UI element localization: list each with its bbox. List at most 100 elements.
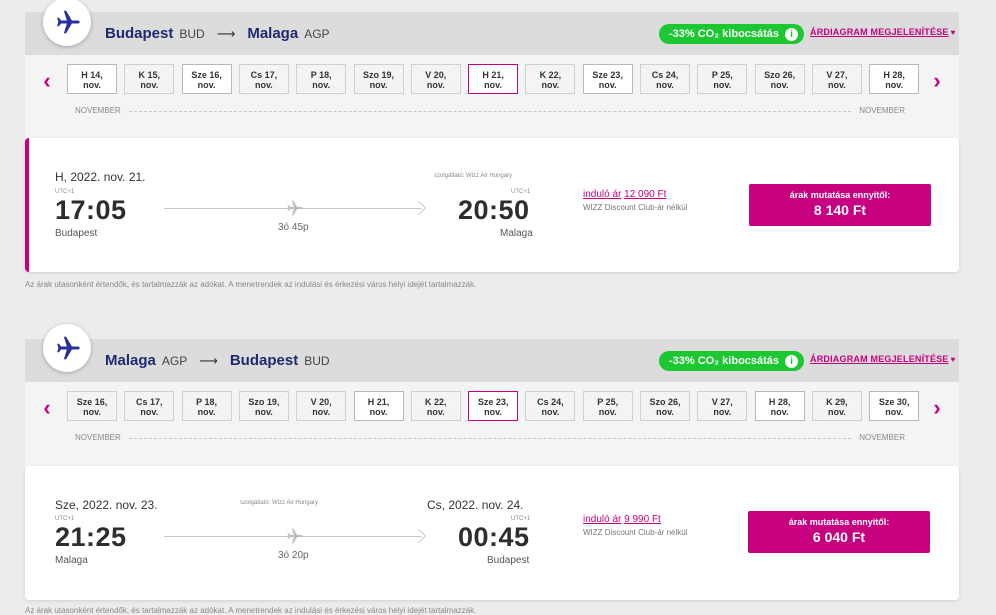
date-option[interactable]: Sze 16, nov. (181, 64, 232, 94)
date-option[interactable]: V 20, nov. (410, 64, 461, 94)
arrow-right-icon: ⟶ (216, 26, 236, 41)
date-month: nov. (885, 407, 904, 417)
starting-price-value: 9 990 Ft (624, 514, 661, 525)
date-day: P 25, (597, 397, 619, 407)
date-option[interactable]: V 27, nov. (811, 64, 862, 94)
flight-card[interactable]: Sze, 2022. nov. 23. UTC+1 21:25 Malaga s… (25, 466, 959, 600)
date-month: nov. (827, 80, 846, 90)
destination-code: BUD (304, 354, 330, 368)
date-month: nov. (541, 407, 560, 417)
price-diagram-label: ÁRDIAGRAM MEGJELENÍTÉSE (810, 354, 949, 364)
show-prices-button[interactable]: árak mutatása ennyitől: 6 040 Ft (748, 511, 930, 553)
month-indicator: NOVEMBER NOVEMBER (69, 106, 911, 118)
origin-city: Budapest (105, 25, 174, 42)
plane-icon (287, 200, 303, 216)
starting-price-value: 12 090 Ft (624, 189, 667, 200)
track-arrow (411, 528, 427, 544)
date-option[interactable]: P 18, nov. (181, 391, 232, 421)
co2-badge[interactable]: -33% CO₂ kibocsátás i (659, 351, 805, 371)
date-option[interactable]: Sze 16, nov. (67, 391, 117, 421)
price-diagram-link[interactable]: ÁRDIAGRAM MEGJELENÍTÉSE ♥ (810, 27, 956, 37)
date-option[interactable]: Cs 24, nov. (640, 64, 690, 94)
date-option[interactable]: H 28, nov. (754, 391, 805, 421)
date-selector: ‹ Sze 16, nov. Cs 17, nov. P 18, nov. Szo 19, n… (25, 382, 959, 469)
date-option[interactable]: H 21, nov. (353, 391, 404, 421)
date-day: Cs 17, (250, 70, 278, 80)
date-option-selected[interactable]: Sze 23, nov. (468, 391, 519, 421)
date-option[interactable]: H 14, nov. (67, 64, 117, 94)
date-option[interactable]: P 25, nov. (582, 391, 633, 421)
date-day: Cs 17, (136, 397, 163, 407)
heart-icon: ♥ (950, 28, 956, 37)
date-month: nov. (197, 80, 216, 90)
starting-price-label: induló ár (583, 514, 622, 525)
date-option[interactable]: P 18, nov. (296, 64, 347, 94)
date-day: Sze 23, (592, 70, 623, 80)
date-option[interactable]: Szo 26, nov. (640, 391, 690, 421)
starting-price-link[interactable]: induló ár 12 090 Ft (583, 189, 666, 200)
info-icon[interactable]: i (785, 27, 799, 41)
date-day: H 28, (883, 70, 905, 80)
date-option[interactable]: Szo 26, nov. (754, 64, 805, 94)
chevron-right-icon[interactable]: › (927, 397, 947, 420)
track-arrow (411, 200, 427, 216)
date-month: nov. (369, 407, 388, 417)
date-option[interactable]: Cs 17, nov. (238, 64, 289, 94)
date-option[interactable]: V 27, nov. (697, 391, 748, 421)
destination-code: AGP (304, 27, 330, 41)
origin-city: Malaga (105, 352, 156, 369)
co2-badge[interactable]: -33% CO₂ kibocsátás i (659, 24, 805, 44)
date-option[interactable]: K 15, nov. (124, 64, 175, 94)
arrival-date: Cs, 2022. nov. 24. (427, 498, 524, 512)
plane-icon (287, 528, 303, 544)
chevron-left-icon[interactable]: ‹ (37, 397, 57, 420)
date-day: V 27, (826, 70, 848, 80)
date-day: Sze 30, (878, 397, 910, 407)
date-month: nov. (656, 80, 674, 90)
date-day: K 22, (539, 70, 562, 80)
date-option[interactable]: H 28, nov. (869, 64, 920, 94)
date-day: H 14, (81, 70, 103, 80)
date-month: nov. (598, 407, 617, 417)
date-option[interactable]: Sze 23, nov. (582, 64, 633, 94)
route-header: Malaga AGP ⟶ Budapest BUD -33% CO₂ kiboc… (25, 339, 959, 382)
flight-card[interactable]: H, 2022. nov. 21. UTC+1 17:05 Budapest s… (25, 138, 959, 272)
date-month: nov. (426, 80, 445, 90)
date-option[interactable]: Sze 30, nov. (869, 391, 920, 421)
plane-icon (57, 336, 80, 360)
club-note: WIZZ Discount Club-ár nélkül (583, 203, 688, 212)
arrival-place: Malaga (500, 228, 533, 239)
date-option[interactable]: Szo 19, nov. (353, 64, 404, 94)
departure-place: Malaga (55, 555, 88, 566)
date-day: Sze 23, (477, 397, 509, 407)
date-option[interactable]: V 20, nov. (296, 391, 347, 421)
date-option[interactable]: K 29, nov. (811, 391, 862, 421)
show-prices-button[interactable]: árak mutatása ennyitől: 8 140 Ft (749, 184, 931, 226)
price-diagram-link[interactable]: ÁRDIAGRAM MEGJELENÍTÉSE ♥ (810, 354, 956, 364)
date-option[interactable]: K 22, nov. (410, 391, 461, 421)
date-month: nov. (254, 80, 273, 90)
date-day: Cs 24, (651, 70, 679, 80)
date-option[interactable]: P 25, nov. (697, 64, 748, 94)
date-month: nov. (770, 407, 789, 417)
chevron-left-icon[interactable]: ‹ (37, 70, 57, 93)
departure-date: H, 2022. nov. 21. (55, 170, 146, 184)
price-note: Az árak utasonként értendők, és tartalma… (25, 606, 477, 615)
month-label-right: NOVEMBER (853, 433, 911, 442)
starting-price-link[interactable]: induló ár 9 990 Ft (583, 514, 661, 525)
date-option[interactable]: K 22, nov. (525, 64, 576, 94)
date-day: Szo 19, (362, 70, 394, 80)
date-month: nov. (598, 80, 617, 90)
date-option[interactable]: Cs 24, nov. (525, 391, 576, 421)
info-icon[interactable]: i (785, 354, 799, 368)
date-option[interactable]: Cs 17, nov. (124, 391, 175, 421)
destination-city: Budapest (229, 352, 299, 369)
operator: szolgáltató: Wizz Air Hungary (240, 500, 319, 506)
departure-date: Sze, 2022. nov. 23. (55, 498, 158, 512)
date-month: nov. (254, 407, 273, 417)
date-option-selected[interactable]: H 21, nov. (468, 64, 519, 94)
plane-badge (43, 324, 91, 372)
date-month: nov. (140, 80, 159, 90)
date-option[interactable]: Szo 19, nov. (238, 391, 289, 421)
chevron-right-icon[interactable]: › (927, 70, 947, 93)
